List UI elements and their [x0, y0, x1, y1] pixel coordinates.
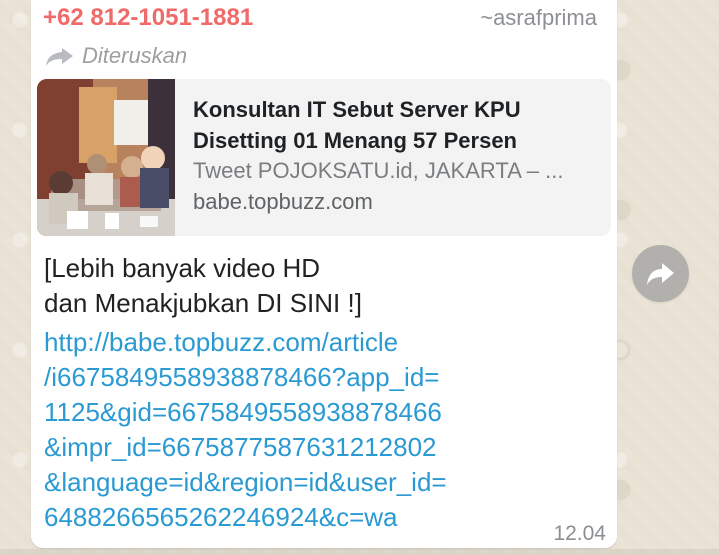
message-line: dan Menakjubkan DI SINI !]: [44, 288, 362, 318]
preview-text: Konsultan IT Sebut Server KPU Disetting …: [175, 79, 611, 236]
preview-image: [37, 79, 175, 236]
link-line[interactable]: 6488266565262246924&c=wa: [44, 500, 564, 535]
preview-description: Tweet POJOKSATU.id, JAKARTA – ...: [193, 158, 564, 183]
preview-domain: babe.topbuzz.com: [193, 189, 373, 214]
share-button[interactable]: [632, 245, 689, 302]
message-line: [Lebih banyak video HD: [44, 253, 321, 283]
link-line[interactable]: &impr_id=6675877587631212802: [44, 430, 564, 465]
link-line[interactable]: 1125&gid=6675849558938878466: [44, 395, 564, 430]
bottom-strip: [0, 549, 719, 555]
link-line[interactable]: http://babe.topbuzz.com/article: [44, 325, 564, 360]
preview-title: Konsultan IT Sebut Server KPU Disetting …: [193, 97, 521, 153]
sender-phone[interactable]: +62 812-1051-1881: [43, 4, 253, 32]
message-bubble[interactable]: +62 812-1051-1881 ~asrafprima Diteruskan: [31, 0, 617, 548]
forwarded-row: Diteruskan: [44, 43, 187, 69]
link-preview-card[interactable]: Konsultan IT Sebut Server KPU Disetting …: [37, 79, 611, 236]
message-text: [Lebih banyak video HD dan Menakjubkan D…: [44, 251, 544, 321]
forwarded-label: Diteruskan: [82, 43, 188, 68]
message-link[interactable]: http://babe.topbuzz.com/article /i667584…: [44, 325, 564, 535]
link-line[interactable]: /i6675849558938878466?app_id=: [44, 360, 564, 395]
sender-name: ~asrafprima: [480, 5, 597, 30]
link-line[interactable]: &language=id&region=id&user_id=: [44, 465, 564, 500]
forward-arrow-icon: [44, 44, 75, 68]
share-arrow-icon: [647, 262, 674, 285]
message-time: 12.04: [553, 522, 606, 545]
